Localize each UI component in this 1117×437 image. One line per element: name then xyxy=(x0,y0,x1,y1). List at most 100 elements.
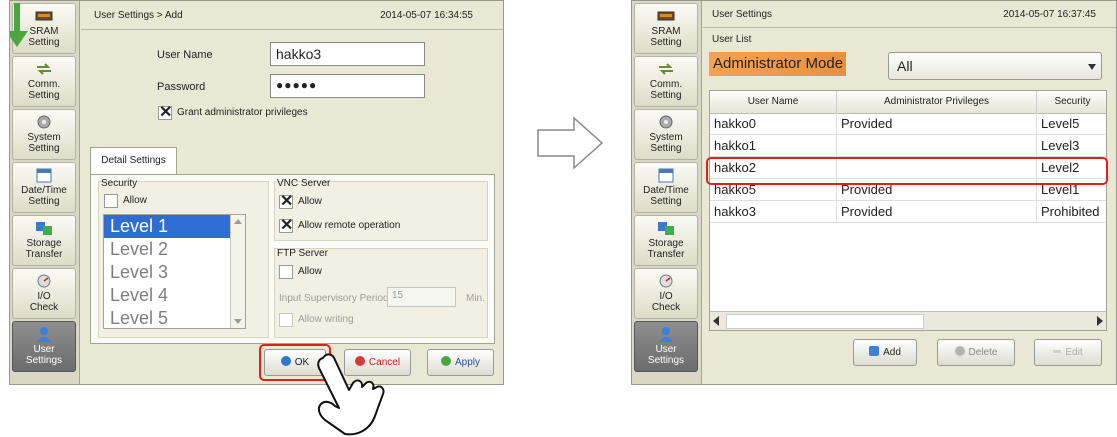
sidebar-item-label: Setting xyxy=(28,143,60,154)
filter-select[interactable]: All xyxy=(888,52,1102,80)
sram-icon xyxy=(657,11,675,21)
sidebar-item-user[interactable]: User Settings xyxy=(12,321,76,372)
sidebar-item-sram[interactable]: SRAM Setting xyxy=(634,3,698,54)
delete-button[interactable]: Delete xyxy=(937,339,1015,366)
sidebar-item-label: Date/Time xyxy=(643,185,689,196)
sram-icon xyxy=(35,11,53,21)
cell-admin-privileges: Provided xyxy=(837,201,1037,223)
sidebar-item-user[interactable]: User Settings xyxy=(634,321,698,372)
storage-icon xyxy=(36,222,52,235)
cell-security: Level5 xyxy=(1037,113,1106,135)
sidebar-item-comm[interactable]: Comm. Setting xyxy=(634,56,698,107)
security-level-list[interactable]: Level 1 Level 2 Level 3 Level 4 Level 5 xyxy=(103,214,246,329)
vnc-allow-checkbox[interactable]: ✕ xyxy=(279,194,293,210)
title-bar: User Settings 2014-05-07 16:37:45 xyxy=(703,1,1116,28)
sidebar-item-label: Settings xyxy=(647,355,685,366)
filter-selected-value: All xyxy=(897,58,913,74)
sidebar-item-label: Comm. xyxy=(649,79,683,90)
sidebar-item-label: Setting xyxy=(650,143,682,154)
io-icon xyxy=(37,274,51,288)
sidebar-item-label: Setting xyxy=(650,196,682,207)
cell-admin-privileges xyxy=(837,135,1037,157)
table-row[interactable]: hakko0 Provided Level5 xyxy=(710,113,1106,135)
calendar-icon xyxy=(36,168,52,183)
apply-button[interactable]: Apply xyxy=(427,349,494,376)
list-item[interactable]: Level 4 xyxy=(104,284,245,307)
sidebar-item-label: System xyxy=(649,132,683,143)
tab-detail-settings[interactable]: Detail Settings xyxy=(90,147,177,175)
storage-icon xyxy=(658,222,674,235)
comm-icon xyxy=(37,63,51,75)
list-item[interactable]: Level 5 xyxy=(104,307,245,328)
edit-button[interactable]: Edit xyxy=(1034,339,1102,366)
list-item[interactable]: Level 1 xyxy=(104,215,245,238)
sidebar-item-storage[interactable]: Storage Transfer xyxy=(634,215,698,266)
ftp-period-input[interactable]: 15 xyxy=(387,287,456,307)
table-row[interactable]: hakko3 Provided Prohibited xyxy=(710,201,1106,223)
transition-arrow-icon xyxy=(537,116,604,170)
user-name-input[interactable]: hakko3 xyxy=(270,42,425,66)
list-item[interactable]: Level 3 xyxy=(104,261,245,284)
datetime-display: 2014-05-07 16:34:55 xyxy=(380,10,473,21)
sidebar-item-label: I/O xyxy=(37,291,51,302)
user-name-label: User Name xyxy=(157,49,213,61)
column-header-user-name[interactable]: User Name xyxy=(710,91,837,113)
ftp-label: FTP Server xyxy=(277,248,328,259)
sidebar-item-system[interactable]: System Setting xyxy=(634,109,698,160)
sidebar-item-label: Storage xyxy=(26,238,62,249)
cell-security: Prohibited xyxy=(1037,201,1106,223)
sidebar-item-comm[interactable]: Comm. Setting xyxy=(12,56,76,107)
calendar-icon xyxy=(658,168,674,183)
cell-user-name: hakko0 xyxy=(710,113,837,135)
ftp-period-unit: Min. xyxy=(466,293,485,304)
delete-icon xyxy=(954,346,965,356)
chevron-down-icon xyxy=(1088,64,1096,70)
user-icon xyxy=(37,327,51,342)
scrollbar-thumb[interactable] xyxy=(726,314,924,329)
list-scrollbar[interactable] xyxy=(230,215,245,328)
sidebar-item-label: Check xyxy=(29,302,59,313)
apply-button-label: Apply xyxy=(454,357,480,368)
ftp-allow-label: Allow xyxy=(298,266,322,277)
user-table: User Name Administrator Privileges Secur… xyxy=(709,90,1107,331)
security-allow-checkbox[interactable] xyxy=(104,194,118,208)
user-list-label: User List xyxy=(712,34,752,45)
sidebar-item-label: SRAM xyxy=(651,26,681,37)
user-icon xyxy=(659,327,673,342)
sidebar-item-label: Setting xyxy=(28,90,60,101)
sidebar-item-datetime[interactable]: Date/Time Setting xyxy=(12,162,76,213)
sidebar-item-datetime[interactable]: Date/Time Setting xyxy=(634,162,698,213)
cell-user-name: hakko3 xyxy=(710,201,837,223)
sidebar-item-label: Setting xyxy=(28,196,60,207)
list-item[interactable]: Level 2 xyxy=(104,238,245,261)
ftp-allow-checkbox[interactable] xyxy=(279,265,293,279)
sidebar-item-io[interactable]: I/O Check xyxy=(12,268,76,319)
horizontal-scrollbar[interactable] xyxy=(710,311,1106,330)
add-button[interactable]: Add xyxy=(853,339,917,366)
column-header-admin-privileges[interactable]: Administrator Privileges xyxy=(837,91,1037,113)
pointer-arrow-icon xyxy=(10,3,28,47)
main-area: User Settings > Add 2014-05-07 16:34:55 … xyxy=(81,1,503,384)
edit-icon xyxy=(1053,350,1062,353)
sidebar-item-io[interactable]: I/O Check xyxy=(634,268,698,319)
chevron-right-icon[interactable] xyxy=(1095,316,1103,326)
vnc-remote-checkbox[interactable]: ✕ xyxy=(279,218,293,234)
table-row[interactable]: hakko1 Level3 xyxy=(710,135,1106,157)
ftp-writing-checkbox[interactable] xyxy=(279,313,293,327)
sidebar: SRAM Setting Comm. Setting System Settin… xyxy=(632,1,702,384)
grant-admin-checkbox[interactable]: ✕ xyxy=(158,105,172,121)
user-settings-add-screen: SRAM Setting Comm. Setting System Settin… xyxy=(9,0,504,385)
sidebar-item-label: Setting xyxy=(650,90,682,101)
sidebar-item-system[interactable]: System Setting xyxy=(12,109,76,160)
password-input[interactable]: ●●●●● xyxy=(270,74,425,98)
column-header-security[interactable]: Security xyxy=(1037,91,1106,113)
table-header: User Name Administrator Privileges Secur… xyxy=(710,91,1106,114)
datetime-display: 2014-05-07 16:37:45 xyxy=(1003,9,1096,20)
ftp-period-label: Input Supervisory Period xyxy=(279,293,389,304)
vnc-allow-label: Allow xyxy=(298,196,322,207)
sidebar-item-label: Storage xyxy=(648,238,684,249)
chevron-left-icon[interactable] xyxy=(713,316,721,326)
delete-button-label: Delete xyxy=(968,347,998,358)
scroll-arrows-icon xyxy=(234,219,242,324)
sidebar-item-storage[interactable]: Storage Transfer xyxy=(12,215,76,266)
